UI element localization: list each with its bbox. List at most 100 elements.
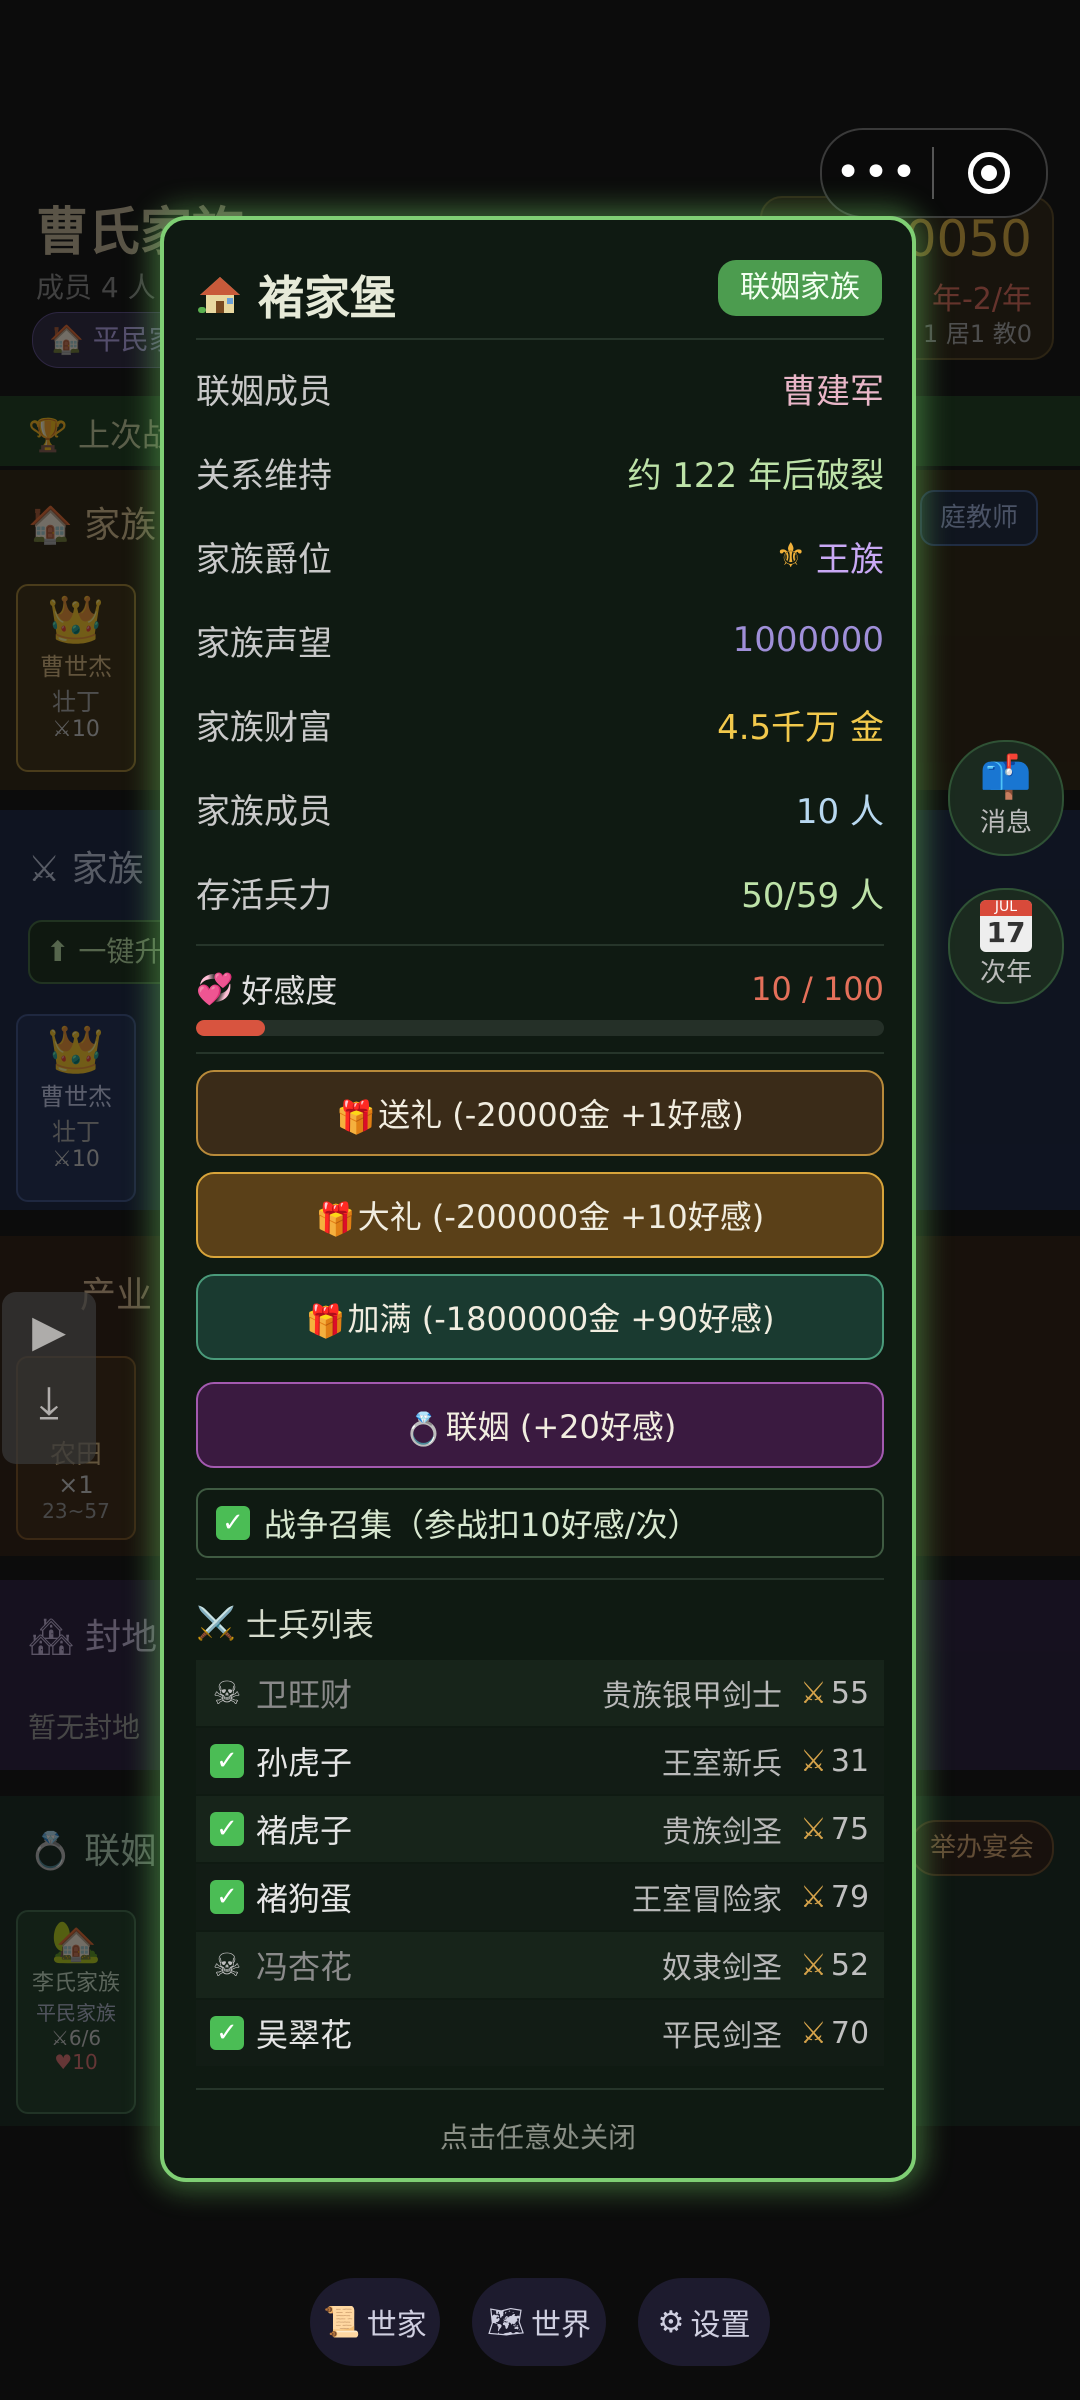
info-value: 4.5千万 金 [717, 700, 884, 749]
ring-icon: 💍 [403, 1410, 444, 1448]
soldier-name: 褚狗蛋 [256, 1880, 353, 1918]
checkbox-icon: ✓ [210, 2016, 244, 2050]
modal-title: 褚家堡 [258, 271, 396, 325]
soldier-rank: 奴隶剑圣 [662, 1951, 782, 1986]
soldier-rank: 王室冒险家 [632, 1883, 782, 1918]
swords-icon: ⚔ [800, 1811, 827, 1847]
checkbox-icon: ✓ [210, 1812, 244, 1846]
skull-icon: ☠ [212, 1946, 242, 1984]
favor-row: 💞 好感度 10 / 100 [196, 970, 884, 1010]
info-value: 10 人 [796, 784, 884, 833]
calendar-icon: JUL 17 [980, 900, 1032, 952]
soldier-rank: 王室新兵 [662, 1747, 782, 1782]
info-key: 家族财富 [196, 707, 332, 748]
info-row: 家族成员 10 人 [196, 778, 884, 838]
divider [196, 2088, 884, 2090]
info-key: 关系维持 [196, 455, 332, 496]
collapse-icon[interactable]: ⤓ [2, 1377, 96, 1428]
divider [196, 1052, 884, 1054]
soldier-power-value: 79 [830, 1879, 870, 1915]
info-key: 联姻成员 [196, 371, 332, 412]
next-year-button[interactable]: JUL 17 次年 [948, 888, 1064, 1004]
info-value: 曹建军 [782, 364, 884, 413]
modal-header: 褚家堡 [196, 262, 396, 328]
fill-favor-button[interactable]: 🎁 加满 (-1800000金 +90好感) [196, 1274, 884, 1360]
soldier-power-value: 52 [830, 1947, 870, 1983]
messages-button[interactable]: 📫 消息 [948, 740, 1064, 856]
soldier-name: 孙虎子 [256, 1744, 353, 1782]
info-row: 家族爵位 ⚜ 王族 [196, 526, 884, 586]
soldier-row[interactable]: ✓ 褚虎子 贵族剑圣 ⚔ 75 [196, 1796, 884, 1862]
info-value-text: 王族 [816, 539, 884, 580]
soldier-name: 褚虎子 [256, 1812, 353, 1850]
soldier-power-value: 55 [830, 1675, 870, 1711]
soldier-power: ⚔ 70 [800, 2016, 870, 2051]
info-value: 1000000 [733, 620, 884, 660]
info-row: 家族声望 1000000 [196, 610, 884, 670]
nav-world[interactable]: 🗺 世界 [472, 2278, 606, 2366]
nav-settings[interactable]: ⚙ 设置 [638, 2278, 770, 2366]
soldier-rank: 贵族剑圣 [662, 1815, 782, 1850]
close-hint[interactable]: 点击任意处关闭 [164, 2116, 912, 2156]
nav-family[interactable]: 📜 世家 [310, 2278, 440, 2366]
soldier-power: ⚔ 52 [800, 1948, 870, 1983]
gift-button[interactable]: 🎁 送礼 (-20000金 +1好感) [196, 1070, 884, 1156]
alliance-tag: 联姻家族 [718, 260, 882, 316]
family-detail-modal[interactable]: 褚家堡 联姻家族 联姻成员 曹建军关系维持 约 122 年后破裂家族爵位 ⚜ 王族家族声… [160, 216, 916, 2182]
swords-icon: ⚔️ [196, 1604, 236, 1642]
checkbox-icon: ✓ [210, 1880, 244, 1914]
favor-value: 10 / 100 [751, 970, 884, 1008]
info-value-text: 1000000 [732, 620, 884, 660]
info-row: 联姻成员 曹建军 [196, 358, 884, 418]
gift-icon: 🎁 [315, 1200, 356, 1238]
info-row: 家族财富 4.5千万 金 [196, 694, 884, 754]
big-gift-button[interactable]: 🎁 大礼 (-200000金 +10好感) [196, 1172, 884, 1258]
swords-icon: ⚔ [800, 2015, 827, 2051]
soldier-row[interactable]: ✓ 吴翠花 平民剑圣 ⚔ 70 [196, 2000, 884, 2066]
floating-controls[interactable]: ▶ ⤓ [2, 1292, 96, 1464]
soldier-power: ⚔ 31 [800, 1744, 870, 1779]
family-member-count: 成员 4 人 [36, 271, 156, 304]
info-row: 存活兵力 50/59 人 [196, 862, 884, 922]
scroll-icon: 📜 [323, 2304, 361, 2340]
war-call-toggle[interactable]: ✓ 战争召集（参战扣10好感/次） [196, 1488, 884, 1558]
soldier-rank: 平民剑圣 [662, 2019, 782, 2054]
soldier-row[interactable]: ✓ 褚狗蛋 王室冒险家 ⚔ 79 [196, 1864, 884, 1930]
swords-icon: ⚔ [800, 1947, 827, 1983]
soldier-power: ⚔ 55 [800, 1676, 870, 1711]
soldier-list-header: ⚔️ 士兵列表 [196, 1604, 374, 1644]
divider [196, 1578, 884, 1580]
soldier-row[interactable]: ✓ 孙虎子 王室新兵 ⚔ 31 [196, 1728, 884, 1794]
soldier-power: ⚔ 79 [800, 1880, 870, 1915]
info-value-text: 10 人 [795, 791, 884, 832]
more-icon[interactable]: ••• [822, 130, 932, 216]
info-key: 存活兵力 [196, 875, 332, 916]
soldier-row[interactable]: ☠ 卫旺财 贵族银甲剑士 ⚔ 55 [196, 1660, 884, 1726]
house-icon [198, 277, 240, 313]
mailbox-icon: 📫 [979, 752, 1033, 801]
info-value: ⚜ 王族 [776, 532, 884, 581]
favor-progress-fill [196, 1020, 265, 1036]
map-icon: 🗺 [486, 2304, 526, 2340]
close-miniapp-icon[interactable] [934, 152, 1044, 194]
soldier-name: 吴翠花 [256, 2016, 353, 2054]
info-value-text: 4.5千万 金 [717, 707, 884, 748]
checkbox-icon[interactable]: ✓ [216, 1506, 250, 1540]
swords-icon: ⚔ [800, 1675, 827, 1711]
swords-icon: ⚔ [800, 1743, 827, 1779]
soldier-name: 卫旺财 [256, 1676, 353, 1714]
soldier-power: ⚔ 75 [800, 1812, 870, 1847]
checkbox-icon: ✓ [210, 1744, 244, 1778]
soldier-power-value: 75 [830, 1811, 870, 1847]
info-key: 家族成员 [196, 791, 332, 832]
info-value: 约 122 年后破裂 [627, 448, 884, 497]
skull-icon: ☠ [212, 1674, 242, 1712]
soldier-row[interactable]: ☠ 冯杏花 奴隶剑圣 ⚔ 52 [196, 1932, 884, 1998]
info-key: 家族爵位 [196, 539, 332, 580]
soldier-power-value: 31 [830, 1743, 870, 1779]
info-value: 50/59 人 [741, 868, 884, 917]
info-key: 家族声望 [196, 623, 332, 664]
play-icon[interactable]: ▶ [2, 1306, 96, 1357]
marriage-button[interactable]: 💍 联姻 (+20好感) [196, 1382, 884, 1468]
soldier-rank: 贵族银甲剑士 [602, 1679, 782, 1714]
